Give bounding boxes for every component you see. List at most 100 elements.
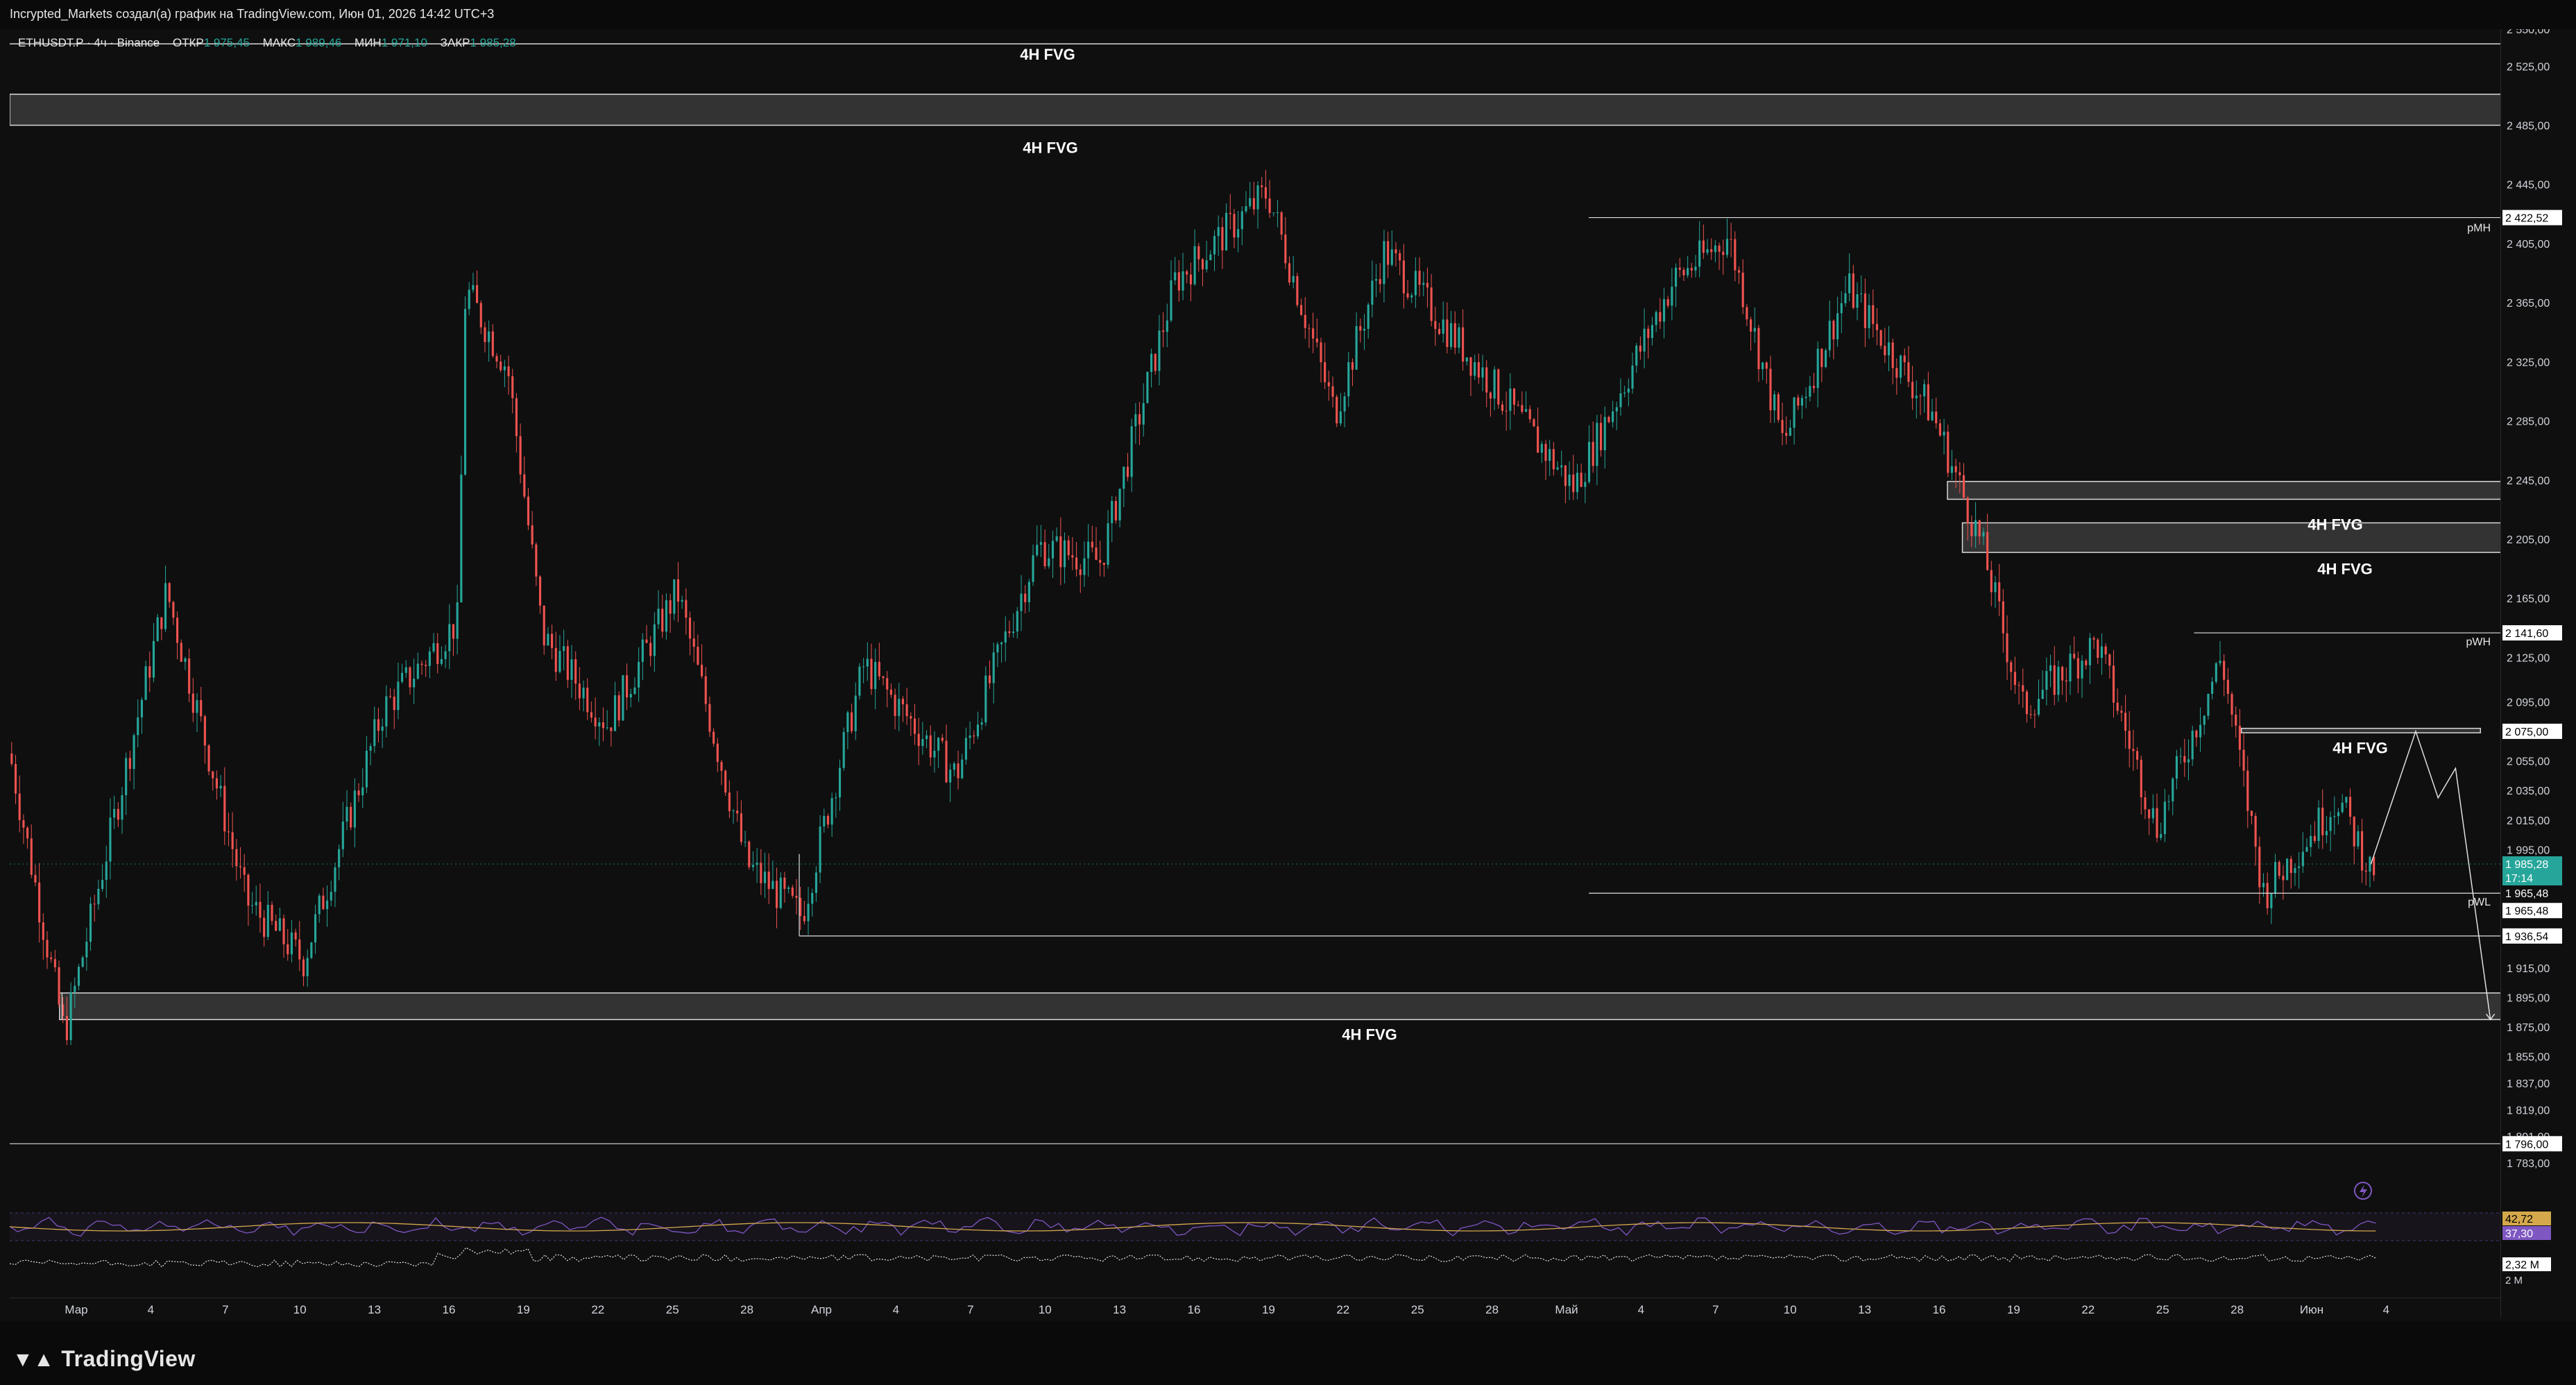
candle-body <box>1769 368 1772 411</box>
candle-body <box>1111 500 1114 524</box>
symbol-legend[interactable]: ETHUSDT.P · 4ч · Binance ОТКР1 975,45 МА… <box>18 36 516 50</box>
candle-body <box>649 643 652 656</box>
candle-body <box>294 932 297 940</box>
chart-area[interactable]: 4H FVG 4H FVG 4H FVG 4H FVG 4H FVG 4H FVG pMH p… <box>9 29 2576 1317</box>
candle-body <box>53 959 56 967</box>
candle-body <box>326 900 329 910</box>
candle-body <box>1225 212 1228 250</box>
time-axis[interactable]: Мар 4 7 10 13 16 19 22 25 28 Апр 4 7 10 13 16 19 22 25 28 Ма… <box>10 1298 2500 1322</box>
candle-body <box>2097 639 2099 658</box>
candle-body <box>77 967 80 986</box>
time-tick: 13 <box>368 1303 381 1316</box>
candle-body <box>1572 474 1575 493</box>
candle-body <box>156 617 159 641</box>
candle-body <box>779 877 782 908</box>
candle-body <box>121 795 123 820</box>
candle-body <box>463 309 467 475</box>
candle-body <box>2088 638 2091 665</box>
candle-body <box>2333 816 2336 817</box>
fvg-label-upper: 4H FVG <box>1023 139 1077 156</box>
candle-body <box>724 770 727 793</box>
candle-body <box>460 474 463 602</box>
candle-body <box>901 699 905 704</box>
candle-body <box>2313 835 2316 841</box>
candle-body <box>835 797 837 799</box>
candle-body <box>172 602 175 618</box>
candle-body <box>1320 342 1322 363</box>
candle-body <box>1039 542 1042 545</box>
candle-body <box>1749 319 1752 332</box>
candle-body <box>448 624 451 652</box>
candle-body <box>1016 611 1018 632</box>
candle-body <box>1446 319 1449 347</box>
candle-body <box>523 474 526 497</box>
legend-high-value: 1 989,46 <box>296 36 342 49</box>
candle-body <box>2160 834 2163 838</box>
alert-icon[interactable] <box>2354 1182 2372 1200</box>
candle-body <box>926 735 928 740</box>
candle-body <box>2140 759 2142 798</box>
price-axis[interactable]: 2 550,00 2 525,00 2 485,00 2 445,00 2 405,00… <box>2500 24 2576 1317</box>
candle-body <box>1442 319 1444 334</box>
candle-body <box>1240 211 1243 230</box>
candle-body <box>1710 249 1713 253</box>
candle-body <box>1252 198 1255 210</box>
candle-body <box>1840 303 1843 314</box>
candle-body <box>1276 212 1279 213</box>
candle-body <box>1938 423 1941 436</box>
candle-body <box>2124 713 2127 731</box>
time-tick: 10 <box>1784 1303 1797 1316</box>
candle-body <box>1899 355 1902 378</box>
price-chart[interactable]: 4H FVG 4H FVG 4H FVG 4H FVG 4H FVG 4H FVG pMH p… <box>9 29 2576 1317</box>
candle-body <box>1481 367 1484 378</box>
candle-body <box>2329 817 2332 831</box>
candle-body <box>1863 293 1866 328</box>
candle-body <box>2108 654 2111 666</box>
candle-body <box>243 867 246 875</box>
time-tick: 4 <box>1638 1303 1644 1316</box>
candle-body <box>2081 661 2083 679</box>
candle-body <box>1828 321 1831 350</box>
candle-body <box>638 661 640 688</box>
candle-body <box>1399 253 1401 261</box>
level-2075-tag: 2 075,00 <box>2505 727 2548 738</box>
time-tick: 7 <box>222 1303 228 1316</box>
candle-body <box>1162 330 1165 332</box>
candle-body <box>2045 671 2048 690</box>
candle-body <box>1887 342 1891 356</box>
candle-body <box>231 832 234 849</box>
candle-body <box>298 939 301 960</box>
candle-body <box>2167 801 2170 802</box>
candle-body <box>282 918 285 944</box>
candle-body <box>133 735 135 770</box>
candle-body <box>645 639 648 643</box>
candle-body <box>1174 272 1177 280</box>
candle-body <box>160 617 163 629</box>
footer: ▼▲ TradingView <box>0 1321 2576 1385</box>
candle-body <box>2128 731 2131 749</box>
candle-body <box>227 831 230 833</box>
candle-body <box>2025 691 2029 715</box>
candle-body <box>314 914 317 943</box>
candle-body <box>980 722 983 725</box>
candle-body <box>1647 328 1650 339</box>
candle-body <box>716 743 719 763</box>
legend-close-label: ЗАКР <box>440 36 470 49</box>
candle-body <box>1970 522 1973 536</box>
candle-body <box>1662 299 1666 322</box>
candle-body <box>1785 432 1788 436</box>
candle-body <box>878 661 880 677</box>
candle-body <box>586 687 589 713</box>
tradingview-logo[interactable]: ▼▲ TradingView <box>12 1346 196 1372</box>
candle-body <box>1986 532 1989 570</box>
candle-body <box>2092 638 2095 640</box>
legend-low-value: 1 971,10 <box>381 36 427 49</box>
candle-body <box>941 738 944 741</box>
candle-body <box>515 398 518 436</box>
candle-body <box>1406 293 1409 298</box>
candle-body <box>74 985 76 992</box>
candle-body <box>1237 229 1240 238</box>
candle-body <box>1497 369 1500 405</box>
candle-body <box>341 821 344 849</box>
candle-body <box>346 806 348 822</box>
